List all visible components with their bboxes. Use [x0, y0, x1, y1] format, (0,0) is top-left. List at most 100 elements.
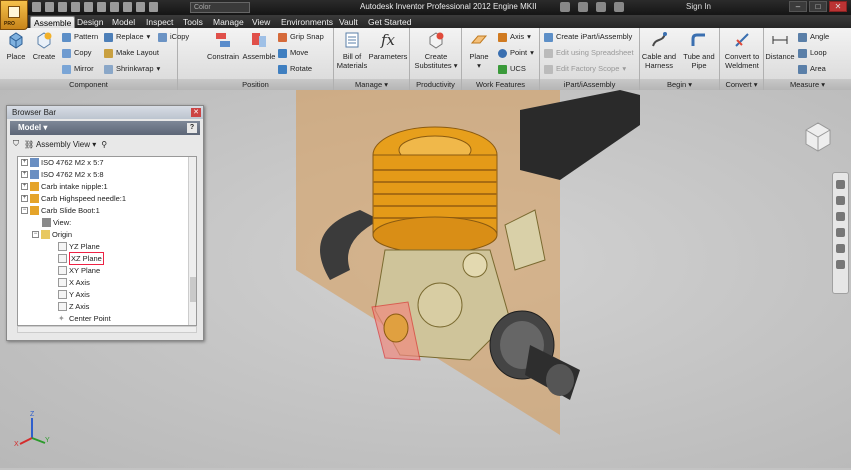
- tab-manage[interactable]: Manage: [210, 16, 247, 28]
- application-menu-button[interactable]: PRO: [0, 0, 28, 30]
- create-button[interactable]: Create: [32, 30, 56, 61]
- create-ipart-button[interactable]: Create iPart/iAssembly: [544, 32, 632, 42]
- filter-icon[interactable]: ⛉: [13, 139, 19, 149]
- properties-icon[interactable]: [136, 2, 145, 12]
- tab-view[interactable]: View: [249, 16, 273, 28]
- axis-button[interactable]: Axis ▾: [498, 32, 531, 42]
- pan-icon[interactable]: [836, 196, 845, 205]
- home-icon[interactable]: [97, 2, 106, 12]
- save-icon[interactable]: [58, 2, 67, 12]
- minimize-button[interactable]: –: [789, 1, 807, 12]
- tree-item[interactable]: + ISO 4762 M2 x 5:7: [21, 157, 104, 168]
- expand-icon[interactable]: +: [21, 171, 28, 178]
- model-tab[interactable]: Model ▾?: [10, 121, 200, 135]
- tab-environments[interactable]: Environments: [278, 16, 336, 28]
- measure-icon[interactable]: [149, 2, 158, 12]
- bill-of-materials-button[interactable]: Bill of Materials: [336, 30, 368, 70]
- replace-button[interactable]: Replace ▾: [104, 32, 150, 42]
- tree-item[interactable]: Y Axis: [58, 289, 90, 300]
- viewcube[interactable]: [800, 118, 836, 154]
- panel-label-manage[interactable]: Manage ▾: [334, 79, 409, 90]
- tree-item[interactable]: ✦ Center Point: [58, 313, 111, 324]
- point-button[interactable]: Point ▾: [498, 48, 534, 58]
- convert-weldment-button[interactable]: Convert to Weldment: [720, 30, 764, 70]
- tree-item-selected[interactable]: XZ Plane: [58, 252, 104, 265]
- loop-button[interactable]: Loop: [798, 48, 827, 58]
- expand-icon[interactable]: +: [21, 195, 28, 202]
- maximize-button[interactable]: □: [809, 1, 827, 12]
- tab-get-started[interactable]: Get Started: [365, 16, 414, 28]
- area-button[interactable]: Area: [798, 64, 826, 74]
- tree-item[interactable]: View:: [42, 217, 71, 228]
- undo-icon[interactable]: [71, 2, 80, 12]
- open-icon[interactable]: [45, 2, 54, 12]
- edit-factory-scope-button[interactable]: Edit Factory Scope ▾: [544, 64, 626, 74]
- assemble-button[interactable]: Assemble: [242, 30, 276, 61]
- grip-snap-button[interactable]: Grip Snap: [278, 32, 324, 42]
- tree-item[interactable]: + Carb intake nipple:1: [21, 181, 108, 192]
- tab-inspect[interactable]: Inspect: [143, 16, 176, 28]
- tree-item[interactable]: YZ Plane: [58, 241, 100, 252]
- subscription-icon[interactable]: [596, 2, 606, 12]
- cable-harness-button[interactable]: Cable and Harness: [640, 30, 678, 70]
- new-icon[interactable]: [32, 2, 41, 12]
- tube-pipe-button[interactable]: Tube and Pipe: [680, 30, 718, 70]
- model-tree[interactable]: + ISO 4762 M2 x 5:7 + ISO 4762 M2 x 5:8 + C…: [17, 156, 197, 326]
- scroll-thumb[interactable]: [190, 277, 196, 302]
- panel-label-begin[interactable]: Begin ▾: [640, 79, 719, 90]
- tools-icon[interactable]: [578, 2, 588, 12]
- redo-icon[interactable]: [84, 2, 93, 12]
- tab-tools[interactable]: Tools: [180, 16, 206, 28]
- star-icon[interactable]: [614, 2, 624, 12]
- tree-item[interactable]: − Origin: [32, 229, 72, 240]
- sign-in-link[interactable]: Sign In: [686, 2, 711, 11]
- tree-item[interactable]: X Axis: [58, 277, 90, 288]
- ucs-button[interactable]: UCS: [498, 64, 526, 74]
- select-icon[interactable]: [123, 2, 132, 12]
- tree-scrollbar[interactable]: [188, 157, 196, 325]
- pattern-button[interactable]: Pattern: [62, 32, 98, 42]
- tree-item[interactable]: XY Plane: [58, 265, 100, 276]
- edit-spreadsheet-button[interactable]: Edit using Spreadsheet: [544, 48, 634, 58]
- expand-icon[interactable]: +: [21, 183, 28, 190]
- shrinkwrap-button[interactable]: Shrinkwrap ▾: [104, 64, 160, 74]
- browser-title-bar[interactable]: Browser Bar ✕: [7, 106, 203, 119]
- browser-help-icon[interactable]: ?: [187, 123, 197, 133]
- expand-icon[interactable]: +: [21, 159, 28, 166]
- panel-label-measure[interactable]: Measure ▾: [764, 79, 851, 90]
- navbar-menu-icon[interactable]: [836, 260, 845, 269]
- search-icon[interactable]: [560, 2, 570, 12]
- tab-vault[interactable]: Vault: [336, 16, 361, 28]
- make-layout-button[interactable]: Make Layout: [104, 48, 159, 58]
- constrain-button[interactable]: Constrain: [206, 30, 240, 61]
- assembly-view-dropdown[interactable]: ⛓ Assembly View ▾: [24, 140, 96, 149]
- color-selector[interactable]: Color: [190, 2, 250, 13]
- tab-design[interactable]: Design: [74, 16, 106, 28]
- rotate-button[interactable]: Rotate: [278, 64, 312, 74]
- tree-item[interactable]: + Carb Highspeed needle:1: [21, 193, 126, 204]
- collapse-icon[interactable]: −: [21, 207, 28, 214]
- close-button[interactable]: ✕: [829, 1, 847, 12]
- tree-item[interactable]: − Carb Slide Boot:1: [21, 205, 100, 216]
- tree-horizontal-scrollbar[interactable]: [17, 326, 197, 333]
- tab-model[interactable]: Model: [109, 16, 138, 28]
- mirror-button[interactable]: Mirror: [62, 64, 94, 74]
- plane-button[interactable]: Plane ▾: [464, 30, 494, 70]
- browser-close-button[interactable]: ✕: [191, 108, 201, 117]
- find-icon[interactable]: ⚲: [101, 140, 107, 149]
- copy-button[interactable]: Copy: [62, 48, 92, 58]
- tree-item[interactable]: + ISO 4762 M2 x 5:8: [21, 169, 104, 180]
- distance-button[interactable]: Distance: [764, 30, 796, 61]
- orbit-icon[interactable]: [836, 228, 845, 237]
- angle-button[interactable]: Angle: [798, 32, 829, 42]
- tree-item[interactable]: Z Axis: [58, 301, 89, 312]
- create-substitutes-button[interactable]: Create Substitutes ▾: [412, 30, 460, 70]
- parameters-button[interactable]: fx Parameters: [368, 30, 408, 61]
- update-icon[interactable]: [110, 2, 119, 12]
- tab-assemble[interactable]: Assemble: [30, 16, 76, 28]
- panel-label-convert[interactable]: Convert ▾: [720, 79, 763, 90]
- place-button[interactable]: Place: [4, 30, 28, 61]
- steering-wheel-icon[interactable]: [836, 180, 845, 189]
- collapse-icon[interactable]: −: [32, 231, 39, 238]
- look-at-icon[interactable]: [836, 244, 845, 253]
